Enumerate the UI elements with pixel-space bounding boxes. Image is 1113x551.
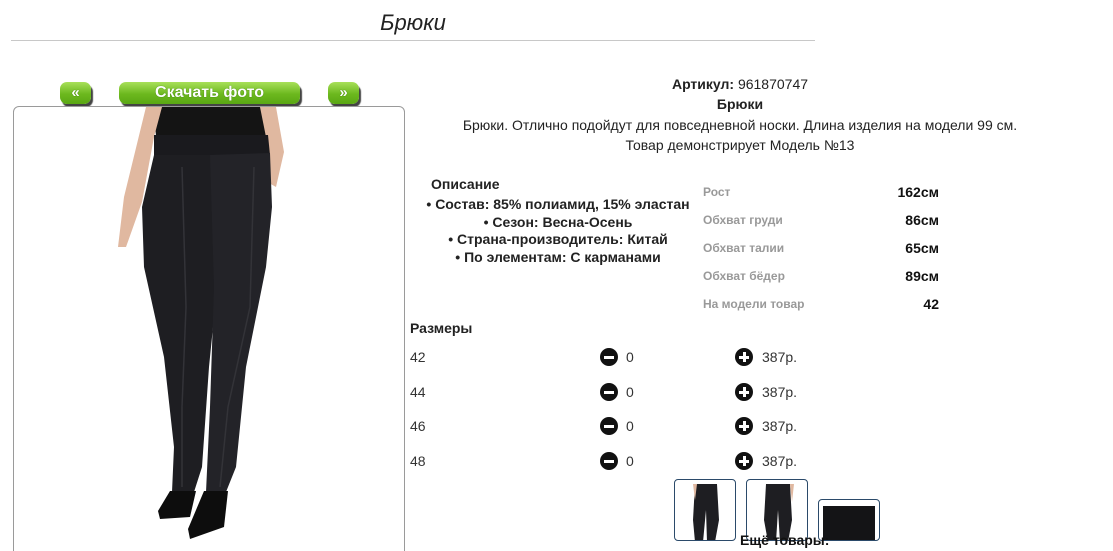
qty-value: 0 xyxy=(626,453,634,469)
price-value: 387р. xyxy=(762,453,798,469)
size-row: 44 0 387р. xyxy=(410,382,830,402)
param-value: 65см xyxy=(905,240,939,256)
more-products-label: Ещё товары: xyxy=(740,532,830,548)
price-value: 387р. xyxy=(762,418,798,434)
param-row-model-size: На модели товар 42 xyxy=(703,290,939,318)
sizes-title: Размеры xyxy=(410,320,473,336)
increase-qty-button[interactable] xyxy=(735,383,753,401)
param-row-hips: Обхват бёдер 89см xyxy=(703,262,939,290)
param-row-height: Рост 162см xyxy=(703,178,939,206)
thumbnail-1[interactable] xyxy=(674,479,736,541)
param-value: 42 xyxy=(923,296,939,312)
prev-photo-button[interactable]: « xyxy=(60,82,91,104)
param-label: Обхват груди xyxy=(703,213,783,227)
param-value: 86см xyxy=(905,212,939,228)
download-photo-button[interactable]: Скачать фото xyxy=(119,82,300,104)
next-photo-button[interactable]: » xyxy=(328,82,359,104)
size-row: 48 0 387р. xyxy=(410,451,830,471)
product-description: Брюки. Отлично подойдут для повседневной… xyxy=(462,117,1018,133)
param-value: 162см xyxy=(897,184,939,200)
product-name: Брюки xyxy=(716,96,764,112)
description-item: По элементам: С карманами xyxy=(410,249,706,267)
product-photo[interactable] xyxy=(13,106,405,551)
qty-value: 0 xyxy=(626,384,634,400)
page-title: Брюки xyxy=(380,10,446,35)
param-row-waist: Обхват талии 65см xyxy=(703,234,939,262)
param-value: 89см xyxy=(905,268,939,284)
article-value: 961870747 xyxy=(737,76,809,92)
increase-qty-button[interactable] xyxy=(735,452,753,470)
pants-model-image xyxy=(118,107,284,539)
param-row-chest: Обхват груди 86см xyxy=(703,206,939,234)
price-value: 387р. xyxy=(762,384,798,400)
increase-qty-button[interactable] xyxy=(735,417,753,435)
decrease-qty-button[interactable] xyxy=(600,383,618,401)
param-label: На модели товар xyxy=(703,297,805,311)
article-line: Артикул: 961870747 xyxy=(410,76,1070,92)
thumbnail-image xyxy=(693,484,719,540)
decrease-qty-button[interactable] xyxy=(600,452,618,470)
size-label: 48 xyxy=(410,453,426,469)
size-row: 42 0 387р. xyxy=(410,347,830,367)
price-value: 387р. xyxy=(762,349,798,365)
model-params-table: Рост 162см Обхват груди 86см Обхват тали… xyxy=(703,178,939,318)
size-row: 46 0 387р. xyxy=(410,416,830,436)
description-item: Сезон: Весна-Осень xyxy=(410,214,706,232)
size-label: 46 xyxy=(410,418,426,434)
description-title: Описание xyxy=(431,176,500,192)
decrease-qty-button[interactable] xyxy=(600,348,618,366)
title-divider xyxy=(11,40,815,41)
description-item: Состав: 85% полиамид, 15% эластан xyxy=(410,196,706,214)
qty-value: 0 xyxy=(626,418,634,434)
increase-qty-button[interactable] xyxy=(735,348,753,366)
param-label: Рост xyxy=(703,185,731,199)
qty-value: 0 xyxy=(626,349,634,365)
decrease-qty-button[interactable] xyxy=(600,417,618,435)
param-label: Обхват бёдер xyxy=(703,269,785,283)
size-label: 44 xyxy=(410,384,426,400)
param-label: Обхват талии xyxy=(703,241,785,255)
model-note: Товар демонстрирует Модель №13 xyxy=(625,137,855,153)
size-label: 42 xyxy=(410,349,426,365)
article-label: Артикул: xyxy=(671,76,735,92)
description-list: Состав: 85% полиамид, 15% эластан Сезон:… xyxy=(410,196,706,266)
description-item: Страна-производитель: Китай xyxy=(410,231,706,249)
